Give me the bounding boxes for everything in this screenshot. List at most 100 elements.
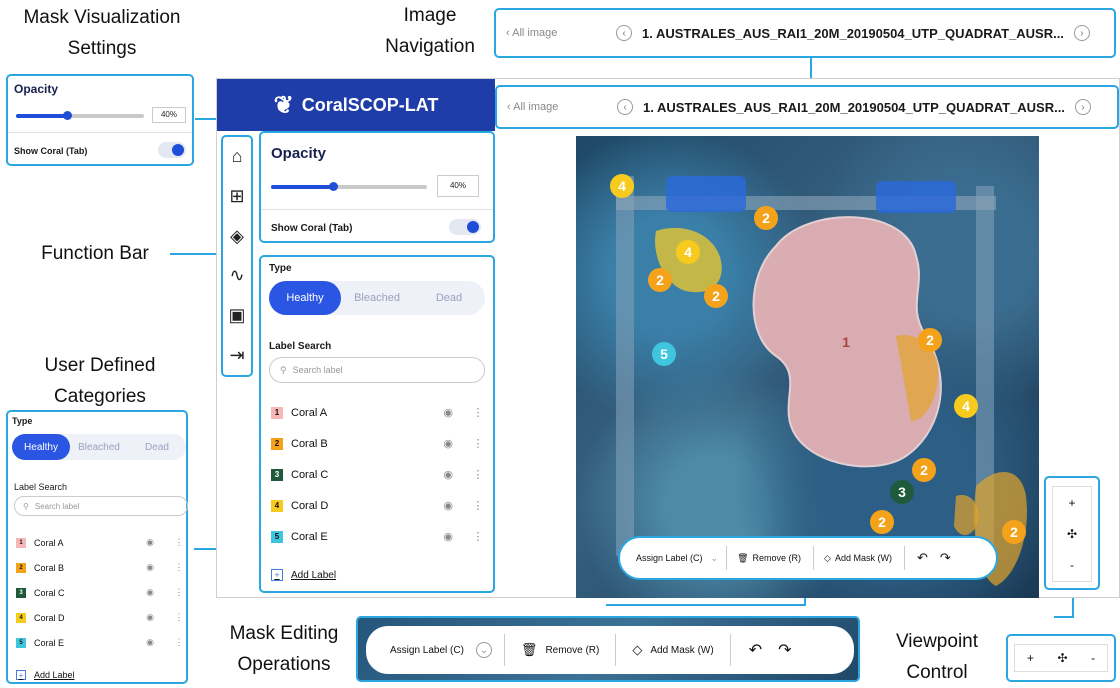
marker[interactable]: 3: [890, 480, 914, 504]
eye-icon[interactable]: ◉: [443, 437, 453, 450]
more-options-icon[interactable]: ⋮: [471, 437, 485, 450]
label-row[interactable]: 4 Coral D ◉ ⋮: [16, 605, 186, 630]
more-options-icon[interactable]: ⋮: [471, 468, 485, 481]
prev-image-icon[interactable]: ‹: [616, 25, 632, 41]
label-row[interactable]: 3 Coral C ◉ ⋮: [16, 580, 186, 605]
marker[interactable]: 2: [870, 510, 894, 534]
coral-image[interactable]: 4 2 4 2 2 1 2 5 4 2 3 2 2 Assign Label (…: [576, 136, 1039, 598]
eye-icon[interactable]: ◉: [443, 406, 453, 419]
zoom-in-button[interactable]: +: [1068, 496, 1075, 510]
eye-icon[interactable]: ◉: [146, 562, 154, 573]
opacity-slider-knob[interactable]: [63, 111, 73, 120]
eye-icon[interactable]: ◉: [146, 587, 154, 598]
marker[interactable]: 4: [610, 174, 634, 198]
marker[interactable]: 2: [912, 458, 936, 482]
pan-icon[interactable]: ✣: [1057, 651, 1067, 665]
marker[interactable]: 2: [704, 284, 728, 308]
add-label-button[interactable]: + Add Label: [16, 670, 75, 680]
save-icon[interactable]: ▣: [228, 305, 245, 326]
show-coral-toggle[interactable]: [158, 142, 186, 158]
remove-button[interactable]: Remove (R): [545, 645, 599, 656]
more-options-icon[interactable]: ⋮: [471, 530, 485, 543]
marker[interactable]: 2: [1002, 520, 1026, 544]
more-options-icon[interactable]: ⋮: [172, 537, 186, 548]
add-mask-button[interactable]: Add Mask (W): [835, 553, 892, 563]
marker[interactable]: 2: [648, 268, 672, 292]
more-options-icon[interactable]: ⋮: [471, 499, 485, 512]
add-label-button[interactable]: + Add Label: [271, 569, 336, 581]
next-image-icon[interactable]: ›: [1073, 25, 1090, 41]
more-options-icon[interactable]: ⋮: [172, 637, 186, 648]
label-row[interactable]: 2 Coral B ◉ ⋮: [16, 555, 186, 580]
label-row[interactable]: 1 Coral A ◉ ⋮: [271, 397, 485, 428]
assign-label-button[interactable]: Assign Label (C): [390, 645, 464, 656]
show-coral-toggle[interactable]: [449, 219, 481, 235]
type-option-bleached[interactable]: Bleached: [341, 281, 413, 315]
mask-editing-zoom: Assign Label (C) ⌄ 🗑 Remove (R) ◇ Add Ma…: [356, 616, 860, 682]
eye-icon[interactable]: ◉: [146, 537, 154, 548]
viewpoint-control: + ✣ -: [1014, 644, 1108, 672]
exit-icon[interactable]: ⇥: [229, 345, 244, 366]
prev-image-icon[interactable]: ‹: [617, 99, 633, 115]
remove-button[interactable]: Remove (R): [753, 553, 802, 563]
assign-label-button[interactable]: Assign Label (C): [636, 553, 703, 563]
type-option-healthy[interactable]: Healthy: [12, 434, 70, 460]
label-row[interactable]: 3 Coral C ◉ ⋮: [271, 459, 485, 490]
logo-bar: ❦ CoralSCOP-LAT: [217, 79, 495, 131]
more-options-icon[interactable]: ⋮: [172, 587, 186, 598]
eye-icon[interactable]: ◉: [443, 468, 453, 481]
opacity-value[interactable]: 40%: [437, 175, 479, 197]
eye-icon[interactable]: ◉: [146, 612, 154, 623]
callout-user-categories: User Defined Categories: [18, 350, 182, 412]
all-image-link[interactable]: ‹ All image: [507, 101, 617, 113]
opacity-title: Opacity: [271, 145, 327, 162]
type-option-dead[interactable]: Dead: [413, 281, 485, 315]
type-option-healthy[interactable]: Healthy: [269, 281, 341, 315]
marker[interactable]: 5: [652, 342, 676, 366]
label-row[interactable]: 2 Coral B ◉ ⋮: [271, 428, 485, 459]
all-image-link[interactable]: ‹ All image: [506, 27, 616, 39]
label-search-input[interactable]: ⚲ Search label: [269, 357, 485, 383]
grid-icon[interactable]: ⊞: [229, 186, 244, 207]
marker[interactable]: 4: [676, 240, 700, 264]
chevron-down-icon[interactable]: ⌄: [711, 553, 719, 564]
more-options-icon[interactable]: ⋮: [172, 562, 186, 573]
chevron-down-icon[interactable]: ⌄: [475, 642, 492, 658]
next-image-icon[interactable]: ›: [1074, 99, 1091, 115]
type-option-dead[interactable]: Dead: [128, 434, 186, 460]
undo-icon[interactable]: ↶: [749, 640, 762, 660]
eye-icon[interactable]: ◉: [146, 637, 154, 648]
label-row[interactable]: 4 Coral D ◉ ⋮: [271, 490, 485, 521]
marker[interactable]: 4: [954, 394, 978, 418]
opacity-slider-knob[interactable]: [329, 182, 339, 191]
home-icon[interactable]: ⌂: [232, 146, 243, 167]
type-option-bleached[interactable]: Bleached: [70, 434, 128, 460]
redo-icon[interactable]: ↷: [778, 640, 791, 660]
layers-icon[interactable]: ◈: [230, 226, 244, 247]
pan-icon[interactable]: ✣: [1067, 527, 1077, 541]
more-options-icon[interactable]: ⋮: [471, 406, 485, 419]
undo-icon[interactable]: ↶: [917, 550, 928, 566]
opacity-slider[interactable]: [271, 182, 427, 191]
zoom-out-button[interactable]: -: [1091, 651, 1095, 665]
more-options-icon[interactable]: ⋮: [172, 612, 186, 623]
marker[interactable]: 2: [754, 206, 778, 230]
redo-icon[interactable]: ↷: [940, 550, 951, 566]
eye-icon[interactable]: ◉: [443, 499, 453, 512]
opacity-slider[interactable]: [16, 111, 144, 120]
zoom-in-button[interactable]: +: [1027, 651, 1034, 665]
label-row[interactable]: 5 Coral E ◉ ⋮: [271, 521, 485, 552]
add-mask-button[interactable]: Add Mask (W): [650, 645, 713, 656]
activity-icon[interactable]: ∿: [229, 265, 244, 286]
marker[interactable]: 1: [834, 330, 858, 354]
opacity-value[interactable]: 40%: [152, 107, 186, 123]
separator: [813, 546, 815, 570]
eye-icon[interactable]: ◉: [443, 530, 453, 543]
label-swatch: 5: [16, 637, 26, 648]
zoom-out-button[interactable]: -: [1070, 558, 1074, 572]
label-row[interactable]: 1 Coral A ◉ ⋮: [16, 530, 186, 555]
label-search-input[interactable]: ⚲ Search label: [14, 496, 188, 516]
marker[interactable]: 2: [918, 328, 942, 352]
label-name: Coral D: [34, 612, 65, 623]
label-row[interactable]: 5 Coral E ◉ ⋮: [16, 630, 186, 655]
